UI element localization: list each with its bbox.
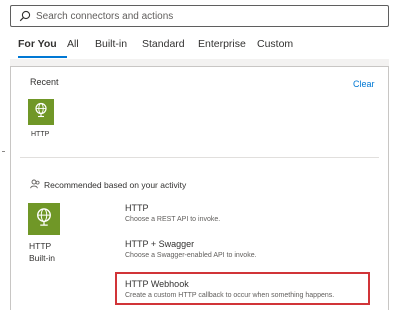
tab-built-in[interactable]: Built-in [95,38,142,58]
connector-type: Built-in [29,253,55,263]
connector-title: HTTP [29,241,52,251]
tab-all[interactable]: All [67,38,95,58]
recent-section-label: Recent [30,77,59,87]
action-http-webhook[interactable]: HTTP Webhook Create a custom HTTP callba… [125,279,334,299]
search-icon [16,7,34,25]
action-title: HTTP [125,203,149,213]
tab-custom[interactable]: Custom [257,38,297,58]
recent-http-label: HTTP [31,131,50,138]
action-title: HTTP Webhook [125,279,189,289]
tab-for-you[interactable]: For You [18,38,67,58]
action-description: Create a custom HTTP callback to occur w… [125,292,335,299]
globe-icon [35,207,53,232]
recommended-label: Recommended based on your activity [44,180,187,190]
action-http-swagger[interactable]: HTTP + Swagger Choose a Swagger-enabled … [125,239,257,259]
category-tabs: For You All Built-in Standard Enterprise… [18,38,297,58]
edge-mark [2,151,5,152]
http-connector-tile[interactable] [28,203,60,235]
globe-icon [34,102,48,123]
tab-standard[interactable]: Standard [142,38,198,58]
section-divider [20,157,379,158]
clear-recent-link[interactable]: Clear [353,79,375,89]
recent-http-tile[interactable] [28,99,54,125]
action-description: Choose a Swagger-enabled API to invoke. [125,252,257,259]
action-http[interactable]: HTTP Choose a REST API to invoke. [125,203,220,223]
search-box[interactable] [10,5,389,27]
action-title: HTTP + Swagger [125,239,195,249]
search-input[interactable] [36,10,376,22]
action-description: Choose a REST API to invoke. [125,216,221,223]
people-icon [30,176,40,194]
tab-enterprise[interactable]: Enterprise [198,38,257,58]
recommended-header: Recommended based on your activity [30,176,186,194]
connector-name: HTTP Built-in [29,240,55,264]
